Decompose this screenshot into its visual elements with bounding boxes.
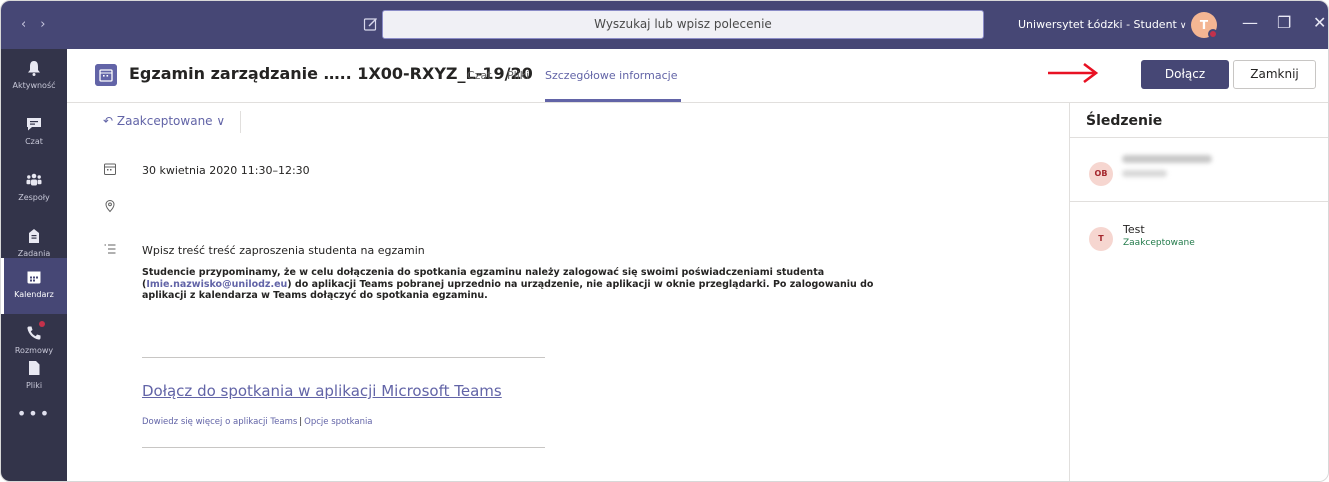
reply-icon: ↶ — [103, 114, 117, 128]
assignments-icon — [29, 229, 39, 243]
tracking-panel: Śledzenie OB T Test Zaakceptowane — [1069, 103, 1328, 481]
teams-window: ‹› Wyszukaj lub wpisz polecenie Uniwersy… — [0, 0, 1329, 482]
user-avatar[interactable]: T — [1191, 12, 1218, 39]
tab-chat[interactable]: Czat — [467, 69, 492, 82]
close-button[interactable]: Zamknij — [1233, 60, 1316, 89]
calendar-icon — [27, 271, 41, 284]
divider — [142, 357, 545, 358]
rail-item-chat[interactable]: Czat — [1, 105, 67, 161]
tracking-title: Śledzenie — [1086, 113, 1163, 129]
divider — [1070, 201, 1328, 202]
rail-item-teams[interactable]: Zespoły — [1, 161, 67, 217]
close-window-button[interactable]: ✕ — [1313, 13, 1326, 32]
teams-icon — [26, 173, 42, 186]
app-rail: Aktywność Czat Zespoły Zadania Kalendarz… — [1, 49, 67, 481]
calendar-icon — [104, 163, 116, 175]
rail-label: Zespoły — [18, 193, 50, 202]
meeting-header: Egzamin zarządzanie ….. 1X00-RXYZ_L-19/2… — [67, 49, 1328, 103]
chevron-down-icon: ∨ — [212, 114, 226, 128]
learn-more-link[interactable]: Dowiedz się więcej o aplikacji Teams — [142, 417, 297, 427]
rail-item-files[interactable]: Pliki — [1, 349, 67, 405]
footer-links: Dowiedz się więcej o aplikacji Teams | Opc… — [142, 417, 373, 427]
notification-dot — [39, 321, 45, 327]
organizer-name-redacted — [1122, 155, 1212, 163]
tab-details[interactable]: Szczegółowe informacje — [545, 69, 677, 82]
org-switcher[interactable]: Uniwersytet Łódzki - Student ∨ — [1018, 18, 1186, 31]
minimize-button[interactable]: — — [1242, 13, 1258, 32]
rail-label: Zadania — [17, 249, 51, 258]
attendee-status: Zaakceptowane — [1123, 238, 1195, 248]
join-button[interactable]: Dołącz — [1141, 60, 1229, 89]
attendee-name: Test — [1123, 223, 1145, 236]
search-input[interactable]: Wyszukaj lub wpisz polecenie — [382, 10, 984, 39]
rail-label: Czat — [25, 137, 43, 146]
chevron-down-icon: ∨ — [1179, 21, 1187, 31]
organizer-role-redacted — [1122, 170, 1167, 177]
separator: | — [299, 417, 303, 427]
meeting-description: Wpisz treść treść zaproszenia studenta n… — [142, 244, 425, 257]
join-meeting-link[interactable]: Dołącz do spotkania w aplikacji Microsof… — [142, 382, 502, 400]
rail-label: Pliki — [25, 381, 43, 390]
divider — [240, 111, 241, 133]
avatar-initial: T — [1199, 18, 1209, 32]
meeting-options-link[interactable]: Opcje spotkania — [304, 417, 372, 427]
rail-label: Aktywność — [12, 81, 56, 90]
presence-dot — [1208, 29, 1218, 39]
exam-notice: Studencie przypominamy, że w celu dołącz… — [142, 267, 882, 302]
meeting-date: 30 kwietnia 2020 11:30–12:30 — [142, 164, 310, 177]
title-bar: ‹› Wyszukaj lub wpisz polecenie Uniwersy… — [1, 1, 1328, 49]
location-icon — [105, 199, 115, 213]
calendar-icon — [95, 64, 117, 86]
response-dropdown[interactable]: ↶ Zaakceptowane ∨ — [103, 114, 225, 128]
nav-arrows[interactable]: ‹› — [21, 17, 59, 32]
meeting-details: ↶ Zaakceptowane ∨ 30 kwietnia 2020 11:30… — [67, 103, 1069, 481]
organizer-avatar[interactable]: OB — [1089, 162, 1113, 186]
rail-item-calendar[interactable]: Kalendarz — [1, 258, 67, 314]
description-icon — [104, 244, 116, 254]
red-arrow-icon — [1048, 62, 1099, 84]
rail-item-activity[interactable]: Aktywność — [1, 49, 67, 105]
rail-label: Kalendarz — [14, 290, 54, 299]
divider — [1070, 137, 1328, 138]
org-name: Uniwersytet Łódzki - Student — [1018, 18, 1177, 31]
bell-icon — [28, 61, 40, 76]
active-tab-indicator — [545, 99, 681, 102]
attendee-avatar[interactable]: T — [1089, 227, 1113, 251]
file-icon — [29, 361, 40, 375]
response-label: Zaakceptowane — [116, 114, 213, 128]
divider — [142, 447, 545, 448]
email-link[interactable]: Imie.nazwisko@unilodz.eu — [146, 279, 287, 290]
more-apps-button[interactable]: ••• — [1, 404, 67, 423]
maximize-button[interactable]: ❐ — [1277, 13, 1291, 32]
chat-icon — [27, 118, 41, 131]
tab-files[interactable]: Pliki — [507, 69, 529, 82]
compose-icon[interactable] — [363, 16, 379, 32]
